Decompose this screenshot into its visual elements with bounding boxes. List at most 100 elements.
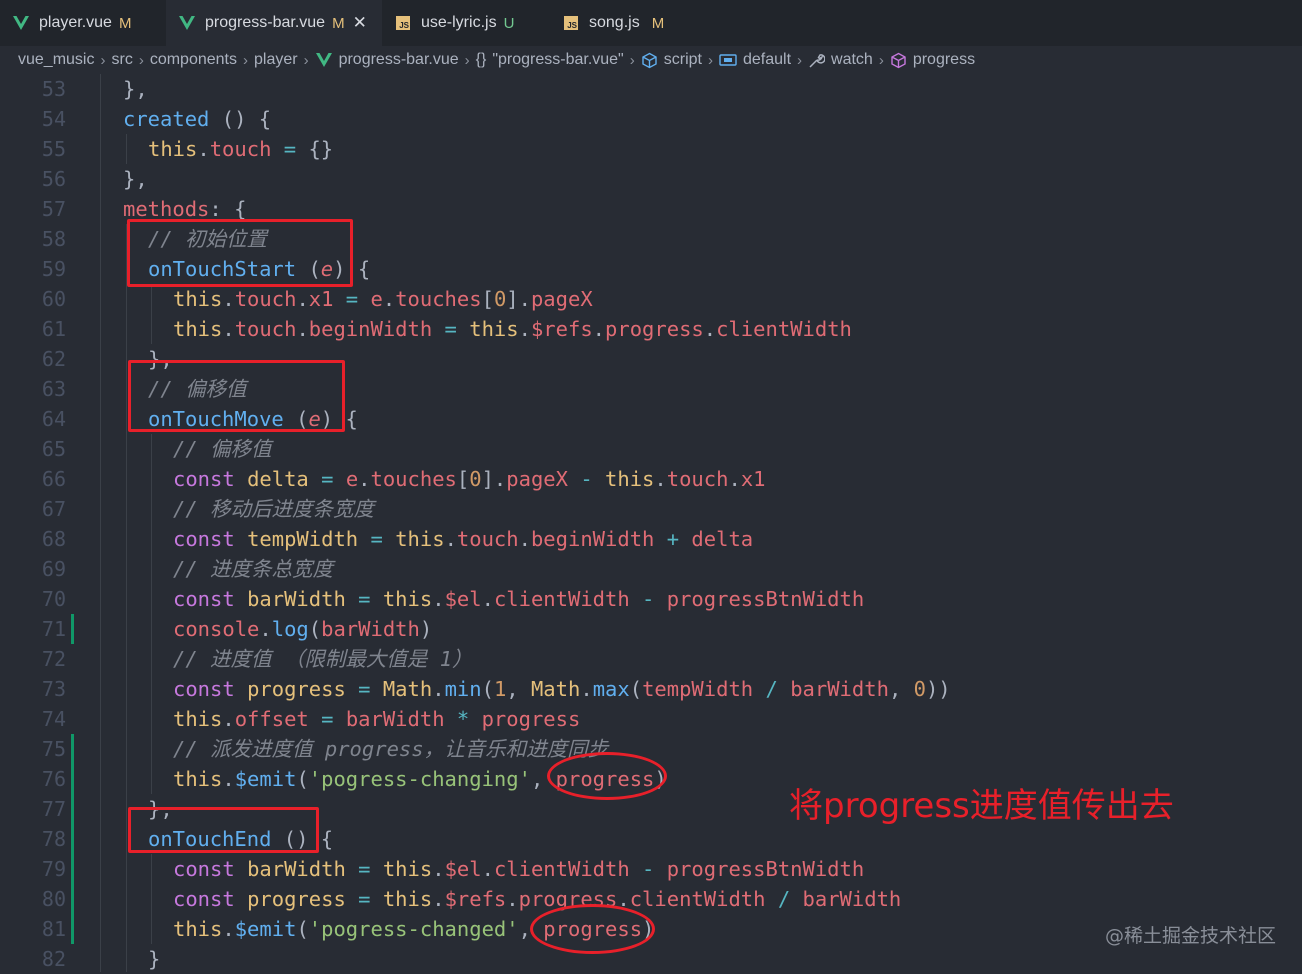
- line-number: 70: [41, 587, 66, 611]
- line-number: 80: [41, 887, 66, 911]
- code-text: const delta = e.touches[0].pageX - this.…: [173, 467, 766, 491]
- code-text: },: [123, 167, 148, 191]
- git-change-marker: [71, 794, 74, 824]
- code-line[interactable]: 55 this.touch = {}: [0, 134, 1302, 164]
- breadcrumb-item[interactable]: "progress-bar.vue": [492, 51, 623, 69]
- line-number: 68: [41, 527, 66, 551]
- tab-progress-bar-vue[interactable]: progress-bar.vue M ✕: [166, 0, 382, 46]
- tab-bar: player.vue M progress-bar.vue M ✕ JS use…: [0, 0, 1302, 46]
- git-change-marker: [71, 734, 74, 764]
- code-line[interactable]: 79 const barWidth = this.$el.clientWidth …: [0, 854, 1302, 884]
- code-text: // 移动后进度条宽度: [173, 497, 375, 521]
- git-change-marker: [71, 914, 74, 944]
- tab-player-vue[interactable]: player.vue M: [0, 0, 166, 46]
- code-line[interactable]: 66 const delta = e.touches[0].pageX - thi…: [0, 464, 1302, 494]
- code-line[interactable]: 72 // 进度值 （限制最大值是 1）: [0, 644, 1302, 674]
- line-number: 76: [41, 767, 66, 791]
- line-number: 82: [41, 947, 66, 971]
- code-line[interactable]: 71 console.log(barWidth): [0, 614, 1302, 644]
- line-number: 78: [41, 827, 66, 851]
- code-line[interactable]: 68 const tempWidth = this.touch.beginWidt…: [0, 524, 1302, 554]
- code-line[interactable]: 73 const progress = Math.min(1, Math.max(…: [0, 674, 1302, 704]
- code-line[interactable]: 80 const progress = this.$refs.progress.c…: [0, 884, 1302, 914]
- highlight-ellipse: [547, 752, 667, 800]
- tab-song-js[interactable]: JS song.js M: [550, 0, 698, 46]
- untracked-badge: U: [503, 14, 515, 32]
- line-number: 57: [41, 197, 66, 221]
- breadcrumb-item[interactable]: player: [254, 51, 298, 69]
- code-line[interactable]: 56},: [0, 164, 1302, 194]
- breadcrumb-item[interactable]: progress: [913, 51, 975, 69]
- watermark: @稀土掘金技术社区: [1104, 925, 1276, 947]
- variable-icon: [719, 53, 737, 67]
- line-number: 60: [41, 287, 66, 311]
- chevron-right-icon: ›: [464, 51, 470, 69]
- code-line[interactable]: 65 // 偏移值: [0, 434, 1302, 464]
- js-icon: JS: [562, 14, 580, 32]
- code-text: // 偏移值: [173, 437, 272, 461]
- line-number: 53: [41, 77, 66, 101]
- code-text: const progress = this.$refs.progress.cli…: [173, 887, 902, 911]
- code-text: const tempWidth = this.touch.beginWidth …: [173, 527, 754, 551]
- code-line[interactable]: 61 this.touch.beginWidth = this.$refs.pro…: [0, 314, 1302, 344]
- annotation-text: 将progress进度值传出去: [789, 786, 1174, 826]
- code-text: }: [148, 947, 161, 971]
- breadcrumb-item[interactable]: vue_music: [18, 51, 94, 69]
- line-number: 58: [41, 227, 66, 251]
- code-text: this.offset = barWidth * progress: [173, 707, 581, 731]
- code-line[interactable]: 82}: [0, 944, 1302, 974]
- vue-icon: [315, 52, 333, 68]
- git-change-marker: [71, 854, 74, 884]
- breadcrumb: vue_music › src › components › player › …: [0, 46, 1302, 74]
- cube-icon: [641, 52, 658, 69]
- breadcrumb-item[interactable]: default: [743, 51, 791, 69]
- chevron-right-icon: ›: [797, 51, 803, 69]
- chevron-right-icon: ›: [138, 51, 144, 69]
- git-change-marker: [71, 764, 74, 794]
- code-line[interactable]: 70 const barWidth = this.$el.clientWidth …: [0, 584, 1302, 614]
- code-text: const progress = Math.min(1, Math.max(te…: [173, 677, 951, 701]
- code-text: // 派发进度值 progress，让音乐和进度同步: [173, 737, 609, 761]
- line-number: 67: [41, 497, 66, 521]
- line-number: 61: [41, 317, 66, 341]
- braces-icon: {}: [475, 51, 487, 68]
- chevron-right-icon: ›: [878, 51, 884, 69]
- line-number: 56: [41, 167, 66, 191]
- highlight-box: [127, 219, 353, 287]
- line-number: 66: [41, 467, 66, 491]
- highlight-ellipse: [530, 904, 655, 954]
- chevron-right-icon: ›: [303, 51, 309, 69]
- git-change-marker: [71, 884, 74, 914]
- tab-label: player.vue: [39, 14, 112, 31]
- highlight-box: [128, 807, 319, 853]
- code-line[interactable]: 67 // 移动后进度条宽度: [0, 494, 1302, 524]
- breadcrumb-item[interactable]: src: [111, 51, 132, 69]
- breadcrumb-item[interactable]: components: [150, 51, 237, 69]
- code-text: console.log(barWidth): [173, 617, 433, 641]
- line-number: 64: [41, 407, 66, 431]
- tab-label: song.js: [589, 14, 640, 31]
- code-line[interactable]: 53},: [0, 74, 1302, 104]
- code-text: this.touch = {}: [148, 137, 334, 161]
- git-change-marker: [71, 614, 74, 644]
- cube-icon: [890, 52, 907, 69]
- code-line[interactable]: 54 created () {: [0, 104, 1302, 134]
- modified-badge: M: [651, 14, 665, 32]
- tab-use-lyric-js[interactable]: JS use-lyric.js U: [382, 0, 550, 46]
- wrench-icon: [808, 52, 826, 69]
- code-line[interactable]: 69 // 进度条总宽度: [0, 554, 1302, 584]
- code-text: const barWidth = this.$el.clientWidth - …: [173, 857, 865, 881]
- js-icon: JS: [394, 14, 412, 32]
- highlight-box: [128, 360, 345, 432]
- line-number: 54: [41, 107, 66, 131]
- line-number: 81: [41, 917, 66, 941]
- code-line[interactable]: 74 this.offset = barWidth * progress: [0, 704, 1302, 734]
- line-number: 74: [41, 707, 66, 731]
- breadcrumb-item[interactable]: progress-bar.vue: [339, 51, 459, 69]
- code-line[interactable]: 60 this.touch.x1 = e.touches[0].pageX: [0, 284, 1302, 314]
- line-number: 63: [41, 377, 66, 401]
- breadcrumb-item[interactable]: script: [664, 51, 702, 69]
- code-text: // 进度条总宽度: [173, 557, 334, 581]
- close-icon[interactable]: ✕: [353, 13, 367, 33]
- breadcrumb-item[interactable]: watch: [831, 51, 873, 69]
